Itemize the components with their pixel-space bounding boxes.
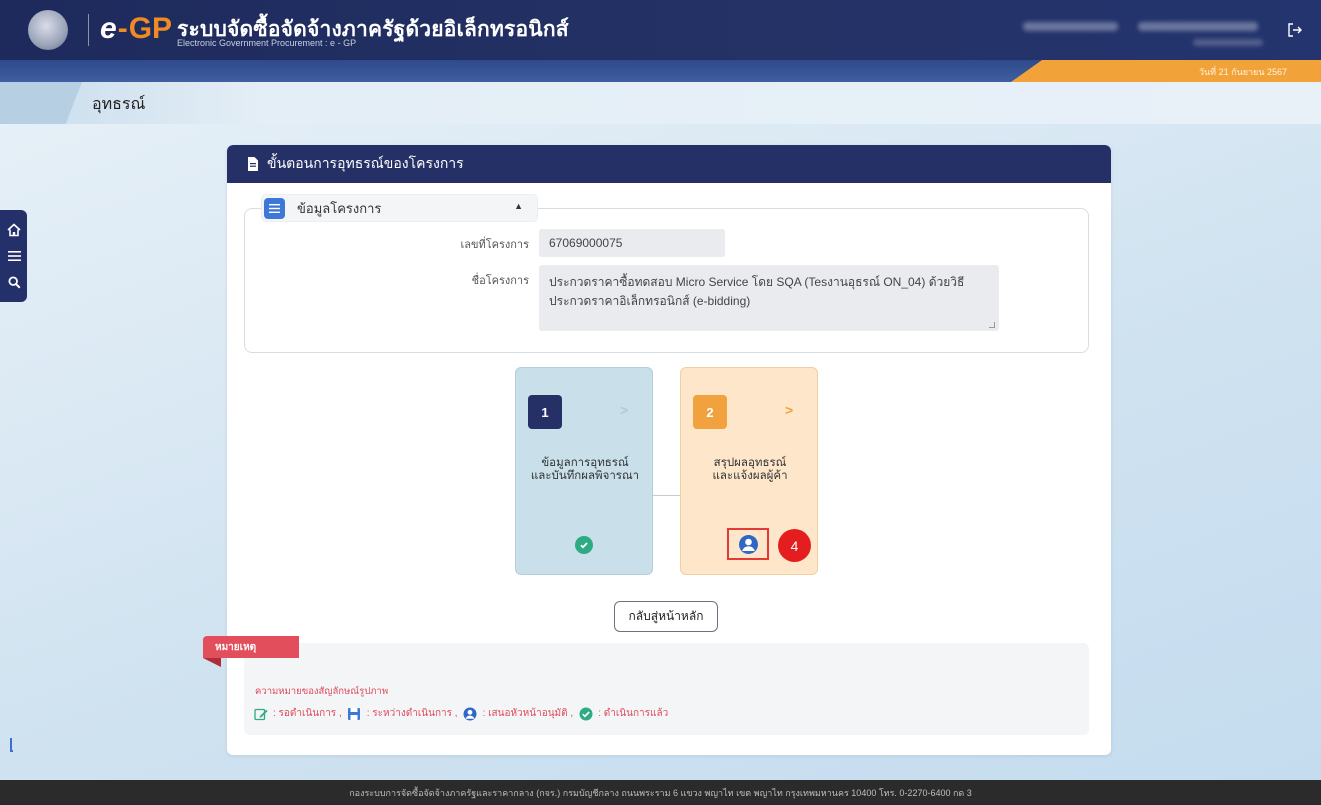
legend-text-propose: : เสนอหัวหน้าอนุมัติ ,: [482, 708, 574, 719]
resize-handle[interactable]: [989, 322, 995, 328]
project-no-field: 67069000075: [539, 229, 725, 257]
user-icon: [463, 706, 478, 721]
legend-text-pending: : รอดำเนินการ ,: [273, 708, 342, 719]
legend-tag-fold: [203, 658, 221, 667]
top-header: e - GP ระบบจัดซื้อจัดจ้างภาครัฐด้วยอิเล็กท…: [0, 0, 1321, 60]
step-label-line2: และแจ้งผลผู้ค้า: [712, 470, 788, 482]
egp-logo-e: e: [100, 12, 117, 45]
step-label-line1: สรุปผลอุทธรณ์: [713, 457, 787, 469]
legend-text-done: : ดำเนินการแล้ว: [598, 708, 669, 719]
project-name-label: ชื่อโครงการ: [471, 275, 529, 287]
document-icon: [248, 157, 258, 171]
user-name-blur: [1023, 22, 1118, 31]
step-label-line2: และบันทึกผลพิจารณา: [530, 470, 640, 482]
step-number: 1: [528, 395, 562, 429]
egp-logo[interactable]: e - GP: [100, 12, 172, 48]
status-completed[interactable]: [573, 534, 595, 556]
list-icon: [264, 197, 285, 219]
project-info-toggle[interactable]: ข้อมูลโครงการ ▲: [262, 195, 537, 221]
step-label: ข้อมูลการอุทธรณ์ และบันทึกผลพิจารณา: [516, 457, 654, 483]
user-info-blurred: [1023, 22, 1273, 46]
breadcrumb-bar: [0, 82, 1321, 124]
legend-items: : รอดำเนินการ , : ระหว่างดำเนินการ , : เ…: [253, 706, 668, 721]
project-info-label: ข้อมูลโครงการ: [297, 200, 382, 216]
appeal-steps-card: ขั้นตอนการอุทธรณ์ของโครงการ เลขที่โครงกา…: [227, 145, 1111, 755]
edit-icon: [253, 706, 268, 721]
date-bar: วันที่ 21 กันยายน 2567: [0, 60, 1321, 82]
save-icon: [347, 706, 362, 721]
user-role-blur: [1193, 39, 1263, 46]
back-to-home-button[interactable]: กลับสู่หน้าหลัก: [614, 601, 718, 632]
step-number: 2: [693, 395, 727, 429]
corner-mark: [10, 738, 13, 752]
step-label-line1: ข้อมูลการอุทธรณ์: [541, 457, 629, 469]
menu-icon[interactable]: [4, 246, 24, 266]
logout-icon[interactable]: [1287, 22, 1303, 38]
project-no-label: เลขที่โครงการ: [460, 239, 529, 251]
egp-logo-dash: -: [117, 12, 128, 45]
header-divider: [88, 14, 89, 46]
step-appeal-info[interactable]: 1 > ข้อมูลการอุทธรณ์ และบันทึกผลพิจารณา: [515, 367, 653, 575]
step-label: สรุปผลอุทธรณ์ และแจ้งผลผู้ค้า: [681, 457, 819, 483]
current-date: วันที่ 21 กันยายน 2567: [1198, 67, 1287, 77]
search-icon[interactable]: [4, 272, 24, 292]
chevron-right-icon: >: [785, 402, 794, 418]
user-icon: [738, 534, 758, 554]
footer-text: กองระบบการจัดซื้อจัดจ้างภาครัฐและราคากลา…: [349, 787, 972, 798]
check-icon: [575, 536, 593, 554]
check-icon: [578, 706, 593, 721]
system-subtitle: Electronic Government Procurement : e - …: [177, 38, 357, 48]
project-name-text: ประกวดราคาซื้อทดสอบ Micro Service โดย SQ…: [549, 275, 965, 308]
legend-text-in-progress: : ระหว่างดำเนินการ ,: [366, 708, 458, 719]
project-name-field[interactable]: ประกวดราคาซื้อทดสอบ Micro Service โดย SQ…: [539, 265, 999, 331]
card-title: ขั้นตอนการอุทธรณ์ของโครงการ: [267, 155, 464, 171]
card-header: ขั้นตอนการอุทธรณ์ของโครงการ: [227, 145, 1111, 183]
legend-tag: หมายเหตุ: [203, 636, 299, 658]
page-title: อุทธรณ์: [92, 96, 146, 113]
home-icon[interactable]: [4, 220, 24, 240]
footer: กองระบบการจัดซื้อจัดจ้างภาครัฐและราคากลา…: [0, 780, 1321, 805]
user-org-blur: [1138, 22, 1258, 31]
caret-up-icon: ▲: [514, 201, 523, 211]
chevron-right-icon: >: [620, 402, 629, 418]
egp-logo-gp: GP: [128, 12, 173, 45]
status-propose-approval-button[interactable]: [727, 528, 769, 560]
callout-marker: 4: [778, 529, 811, 562]
side-menu: [0, 210, 27, 302]
government-seal-logo: [28, 10, 68, 50]
legend-title: ความหมายของสัญลักษณ์รูปภาพ: [255, 686, 389, 697]
